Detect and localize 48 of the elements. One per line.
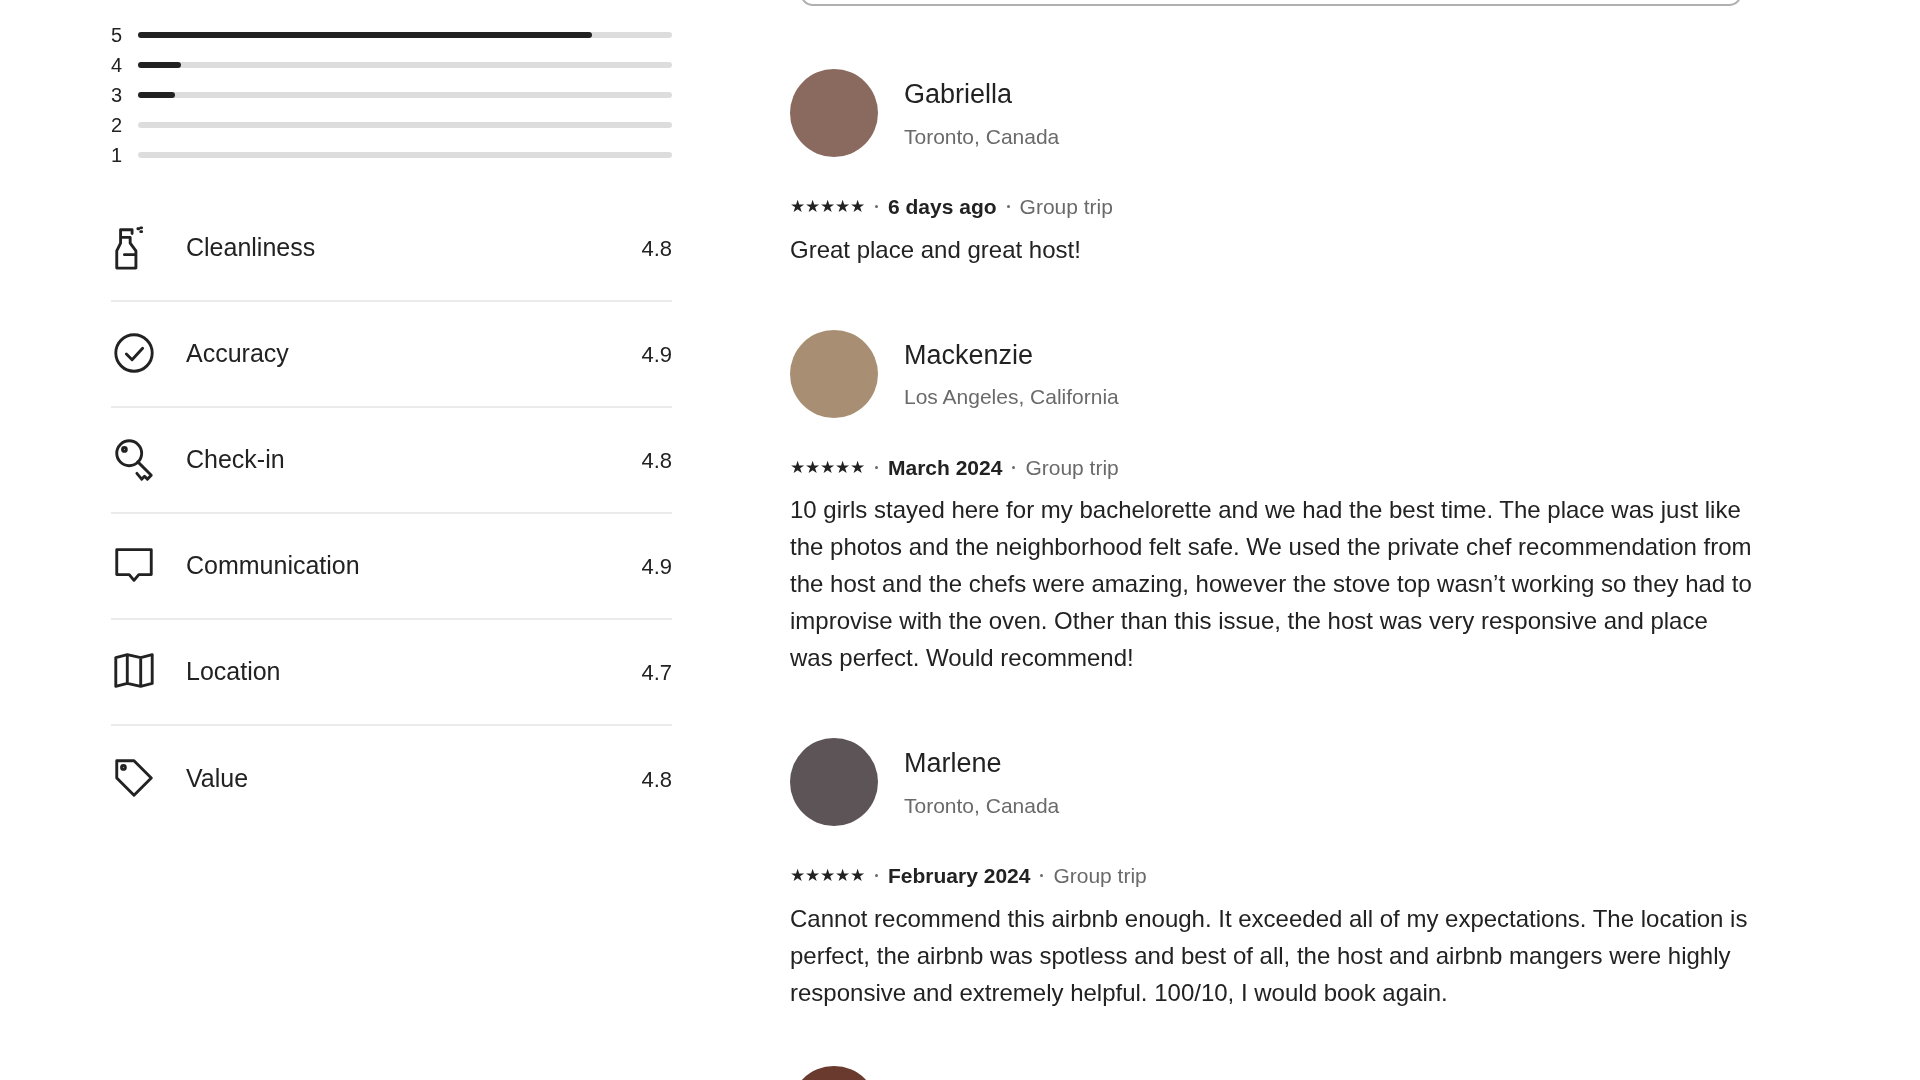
- star-icon: ★: [820, 867, 835, 885]
- review-date: February 2024: [888, 863, 1031, 889]
- star-icon: ★: [790, 867, 805, 885]
- rating-label: 5: [111, 23, 124, 48]
- category-score: 4.8: [641, 765, 672, 794]
- star-icon: ★: [850, 198, 865, 216]
- category-score: 4.8: [641, 446, 672, 475]
- reviewer-location: Toronto, Canada: [904, 123, 1060, 150]
- star-icon: ★: [835, 867, 850, 885]
- checkmark-circle-icon: [111, 330, 157, 376]
- reviewer-name: Mackenzie: [904, 338, 1035, 372]
- category-score: 4.7: [641, 658, 672, 687]
- category-label: Communication: [186, 550, 361, 582]
- reviewer-name: Marlene: [904, 747, 1003, 780]
- star-icon: ★: [805, 458, 820, 476]
- category-label: Location: [186, 656, 282, 688]
- review-text: Great place and great host!: [790, 234, 1082, 265]
- star-icon: ★: [820, 458, 835, 476]
- reviewer-location: Toronto, Canada: [904, 792, 1060, 819]
- rating-label: 3: [111, 83, 124, 108]
- review-date: March 2024: [888, 454, 1003, 481]
- rating-label: 4: [111, 53, 124, 78]
- star-icon: ★: [835, 198, 850, 216]
- category-label: Check-in: [186, 444, 286, 476]
- star-icon: ★: [850, 458, 865, 476]
- review-text: 10 girls stayed here for my bachelorette and we had the best time. The place was just like the photos and the neighborhood felt safe. We used the private chef recommendation from the host and the chefs were amazing, however the stove top wasn’t working so they had to improvise with the oven. Other than this issue, the host was very responsive and place was perfect. Would recommend!: [790, 495, 1752, 673]
- rating-label: 2: [111, 113, 124, 138]
- trip-type: Group trip: [1019, 194, 1113, 220]
- trip-type: Group trip: [1025, 454, 1119, 481]
- star-icon: ★: [790, 198, 805, 216]
- category-score: 4.8: [641, 234, 672, 263]
- star-icon: ★: [820, 198, 835, 216]
- star-icon: ★: [790, 458, 805, 476]
- star-icon: ★: [805, 867, 820, 885]
- star-icon: ★: [835, 458, 850, 476]
- category-label: Cleanliness: [186, 232, 317, 264]
- review-date: 6 days ago: [888, 194, 997, 220]
- reviewer-name: Gabriella: [904, 78, 1014, 111]
- category-score: 4.9: [641, 552, 672, 581]
- reviewer-location: Los Angeles, California: [904, 384, 1119, 410]
- rating-label: 1: [111, 143, 124, 168]
- review-text: Cannot recommend this airbnb enough. It exceeded all of my expectations. The location is perfect, the airbnb was spotless and best of all, the host and airbnb mangers were highly responsive and extremely helpful. 100/10, I would book again.: [790, 903, 1749, 1008]
- star-icon: ★: [850, 867, 865, 885]
- category-label: Value: [186, 763, 250, 795]
- category-score: 4.9: [641, 340, 672, 369]
- category-label: Accuracy: [186, 338, 290, 370]
- star-icon: ★: [805, 198, 820, 216]
- trip-type: Group trip: [1053, 863, 1147, 889]
